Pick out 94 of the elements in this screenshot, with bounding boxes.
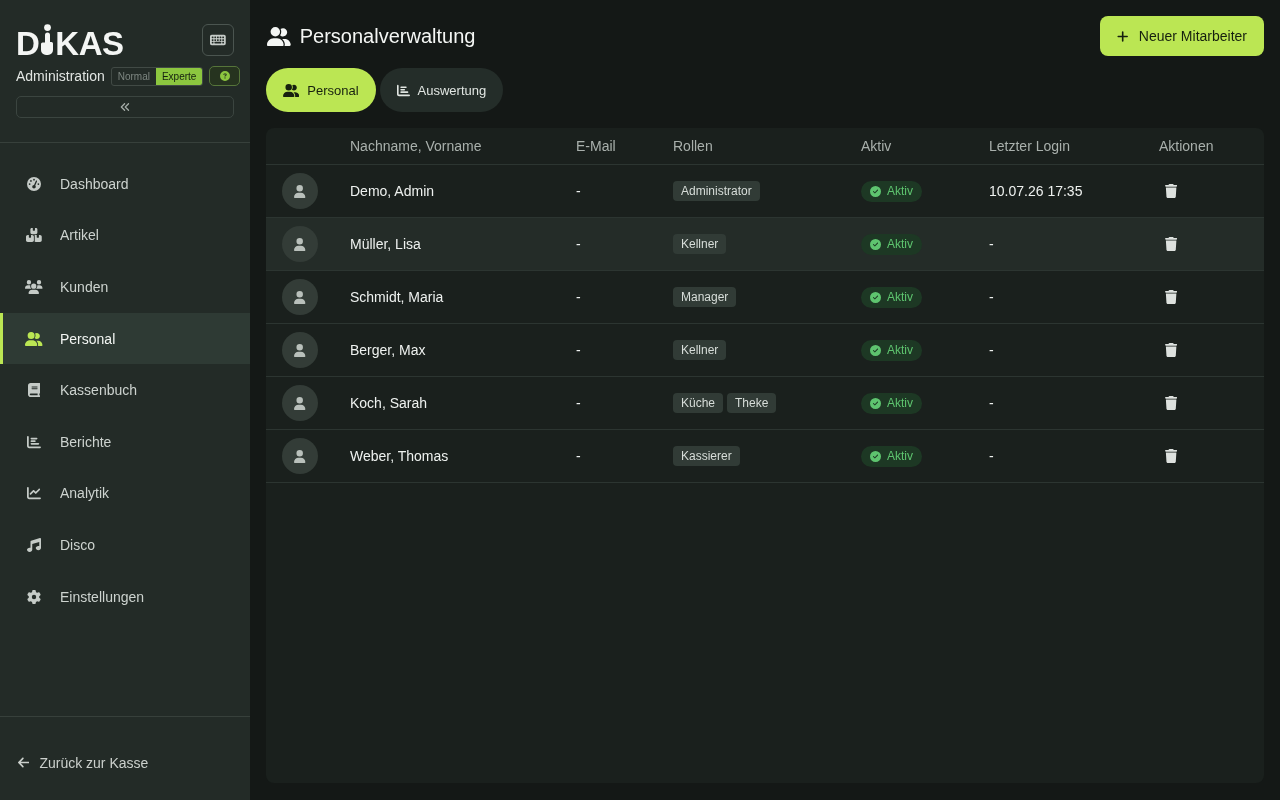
- settings-icon: [27, 589, 41, 604]
- sidebar-item[interactable]: Kassenbuch: [0, 364, 250, 416]
- last-login-time: -: [989, 342, 994, 358]
- delete-button[interactable]: [1165, 343, 1178, 357]
- email-value: -: [576, 289, 581, 305]
- logo-text: KAS: [55, 32, 124, 56]
- sidebar-item[interactable]: Artikel: [0, 209, 250, 262]
- keyboard-icon: [210, 33, 226, 47]
- bar-chart-icon: [396, 83, 410, 97]
- sidebar-item[interactable]: Analytik: [0, 467, 250, 520]
- sidebar-item[interactable]: Personal: [0, 312, 250, 365]
- boxes-icon: [26, 228, 42, 243]
- last-login-time: 10.07.26 17:35: [989, 183, 1083, 199]
- trash-icon: [1165, 343, 1178, 357]
- logo-text: D: [16, 32, 40, 56]
- status-text: Aktiv: [887, 184, 913, 198]
- role-tag: Kellner: [673, 340, 727, 360]
- employee-name: Demo, Admin: [350, 183, 435, 199]
- help-button[interactable]: [209, 66, 241, 86]
- employee-name: Berger, Max: [350, 342, 426, 358]
- role-tag: Küche: [673, 393, 724, 413]
- employee-name: Müller, Lisa: [350, 236, 421, 252]
- employee-name: Weber, Thomas: [350, 448, 449, 464]
- avatar-icon: [282, 438, 318, 474]
- users-icon: [25, 280, 43, 294]
- delete-button[interactable]: [1165, 237, 1178, 251]
- trash-icon: [1165, 290, 1178, 304]
- double-chevron-left-icon: [119, 101, 131, 113]
- book-icon: [27, 383, 41, 398]
- tab[interactable]: Personal: [266, 68, 376, 112]
- trash-icon: [1165, 184, 1178, 198]
- column-header: Aktionen: [1158, 138, 1214, 154]
- sidebar-item[interactable]: Kunden: [0, 261, 250, 313]
- role-tag: Kellner: [673, 234, 727, 254]
- keyboard-button[interactable]: [202, 24, 234, 56]
- avatar-icon: [282, 173, 318, 209]
- plus-icon: [1117, 29, 1129, 43]
- back-link[interactable]: Zurück zur Kasse: [18, 754, 149, 771]
- role-tag: Theke: [727, 393, 777, 413]
- help-icon: [219, 71, 230, 81]
- tab[interactable]: Auswertung: [379, 68, 504, 112]
- delete-button[interactable]: [1165, 184, 1178, 198]
- avatar-icon: [282, 385, 318, 421]
- employee-name: Koch, Sarah: [350, 395, 428, 411]
- email-value: -: [576, 236, 581, 252]
- trash-icon: [1165, 237, 1178, 251]
- column-header: Letzter Login: [988, 138, 1070, 154]
- user-pair-icon: [25, 331, 43, 346]
- bar-chart-icon: [27, 434, 41, 449]
- column-header: Rollen: [672, 138, 713, 154]
- avatar-icon: [282, 226, 318, 262]
- finger-icon: [40, 24, 55, 56]
- page-title: Personalverwaltung: [299, 24, 476, 48]
- sidebar-item[interactable]: Einstellungen: [0, 570, 250, 623]
- column-header: Aktiv: [860, 138, 892, 154]
- avatar-icon: [282, 332, 318, 368]
- sidebar-subtitle: Administration: [16, 68, 105, 84]
- delete-button[interactable]: [1165, 449, 1178, 463]
- status-text: Aktiv: [887, 396, 913, 410]
- email-value: -: [576, 395, 581, 411]
- delete-button[interactable]: [1165, 290, 1178, 304]
- last-login-time: -: [989, 448, 994, 464]
- user-pair-icon: [283, 83, 300, 97]
- gauge-icon: [27, 176, 41, 191]
- arrow-left-icon: [18, 756, 30, 769]
- sidebar-item[interactable]: Berichte: [0, 415, 250, 468]
- status-text: Aktiv: [887, 237, 913, 251]
- email-value: -: [576, 183, 581, 199]
- music-note-icon: [27, 537, 41, 552]
- mode-option[interactable]: Normal: [111, 67, 156, 85]
- trash-icon: [1165, 396, 1178, 410]
- role-tag: Kassierer: [673, 446, 740, 466]
- last-login-time: -: [989, 289, 994, 305]
- column-header: Nachname, Vorname: [349, 138, 482, 154]
- status-text: Aktiv: [887, 290, 913, 304]
- email-value: -: [576, 342, 581, 358]
- add-employee-button[interactable]: Neuer Mitarbeiter: [1100, 16, 1264, 56]
- trash-icon: [1165, 449, 1178, 463]
- sidebar-item[interactable]: Dashboard: [0, 158, 250, 210]
- mode-option[interactable]: Experte: [155, 67, 203, 85]
- role-tag: Administrator: [673, 181, 760, 201]
- avatar-icon: [282, 279, 318, 315]
- email-value: -: [576, 448, 581, 464]
- role-tag: Manager: [673, 287, 737, 307]
- last-login-time: -: [989, 236, 994, 252]
- last-login-time: -: [989, 395, 994, 411]
- delete-button[interactable]: [1165, 396, 1178, 410]
- user-pair-icon: [267, 26, 291, 46]
- column-header: E-Mail: [575, 138, 616, 154]
- sidebar-item[interactable]: Disco: [0, 519, 250, 571]
- line-chart-icon: [27, 486, 41, 501]
- status-text: Aktiv: [887, 449, 913, 463]
- employee-name: Schmidt, Maria: [350, 289, 444, 305]
- status-text: Aktiv: [887, 343, 913, 357]
